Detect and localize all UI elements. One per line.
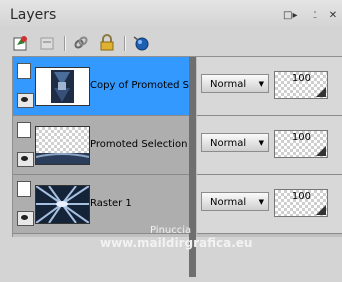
layer-type-icon	[17, 63, 31, 79]
visibility-icon[interactable]	[17, 152, 34, 167]
watermark-name: Pinuccia	[150, 225, 192, 236]
layer-name[interactable]: Promoted Selection	[90, 139, 190, 150]
visibility-icon[interactable]	[17, 211, 34, 226]
link-icon[interactable]	[72, 34, 90, 52]
blend-mode-dropdown[interactable]: Normal ▼	[201, 74, 269, 93]
close-icon[interactable]: ✕	[327, 10, 339, 22]
layers-list: Copy of Promoted Sele Promoted Selection	[12, 56, 342, 277]
dropdown-arrow-icon: ▼	[258, 139, 264, 147]
toolbar-separator	[124, 36, 126, 51]
circle-icon[interactable]	[132, 34, 150, 52]
opacity-slider[interactable]: 100	[274, 189, 328, 217]
blend-mode-label: Normal	[210, 197, 247, 208]
layer-controls: Normal ▼ 100	[197, 116, 342, 175]
dropdown-arrow-icon: ▼	[258, 198, 264, 206]
layer-row-copy-of-promoted-selection[interactable]: Copy of Promoted Sele	[13, 57, 191, 116]
layer-properties-icon[interactable]	[38, 34, 56, 52]
layer-row-promoted-selection[interactable]: Promoted Selection	[13, 116, 191, 175]
layer-icons	[15, 179, 35, 229]
visibility-icon[interactable]	[17, 93, 34, 108]
opacity-slider[interactable]: 100	[274, 130, 328, 158]
panel-title: Layers	[10, 7, 57, 23]
layer-thumbnail	[35, 126, 90, 165]
opacity-slider[interactable]: 100	[274, 71, 328, 99]
opacity-value: 100	[291, 191, 311, 202]
layers-toolbar	[0, 30, 342, 56]
dropdown-arrow-icon: ▼	[258, 80, 264, 88]
blend-mode-dropdown[interactable]: Normal ▼	[201, 133, 269, 152]
opacity-value: 100	[291, 132, 311, 143]
layer-thumbnail	[35, 185, 90, 224]
layer-icons	[15, 61, 35, 111]
watermark: Pinuccia www.maildirgrafica.eu	[100, 225, 252, 250]
blend-mode-label: Normal	[210, 138, 247, 149]
panel-titlebar: Layers □▸ ⍘ ✕	[0, 0, 342, 30]
opacity-value: 100	[291, 73, 311, 84]
layer-name[interactable]: Copy of Promoted Sele	[90, 80, 190, 91]
layer-type-icon	[17, 181, 31, 197]
layer-name[interactable]: Raster 1	[90, 198, 190, 209]
layer-type-icon	[17, 122, 31, 138]
toolbar-separator	[64, 36, 66, 51]
dock-icon[interactable]: □▸	[283, 10, 297, 22]
layer-thumbnail	[35, 67, 90, 106]
blend-mode-dropdown[interactable]: Normal ▼	[201, 192, 269, 211]
layer-icons	[15, 120, 35, 170]
lock-icon[interactable]	[98, 34, 116, 52]
layer-controls: Normal ▼ 100	[197, 57, 342, 116]
blend-mode-label: Normal	[210, 79, 247, 90]
new-layer-icon[interactable]	[12, 34, 30, 52]
pin-icon[interactable]: ⍘	[309, 10, 321, 22]
watermark-url: www.maildirgrafica.eu	[100, 236, 253, 250]
